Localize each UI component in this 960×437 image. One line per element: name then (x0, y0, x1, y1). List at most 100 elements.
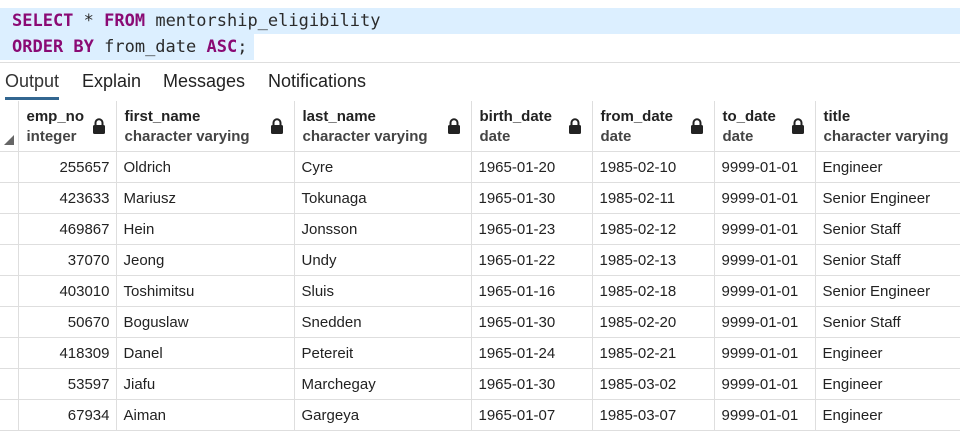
cell-last-name[interactable]: Gargeya (294, 399, 472, 431)
lock-icon (92, 118, 105, 134)
cell-title[interactable]: Senior Staff (815, 306, 960, 338)
column-header[interactable]: last_name character varying (294, 101, 472, 152)
cell-from-date[interactable]: 1985-03-07 (592, 399, 715, 431)
cell-title[interactable]: Engineer (815, 337, 960, 369)
cell-emp-no[interactable]: 255657 (18, 151, 117, 183)
cell-birth-date[interactable]: 1965-01-30 (471, 368, 593, 400)
column-header[interactable]: to_date date (714, 101, 816, 152)
cell-emp-no[interactable]: 50670 (18, 306, 117, 338)
tab-explain[interactable]: Explain (82, 63, 141, 99)
cell-birth-date[interactable]: 1965-01-24 (471, 337, 593, 369)
sql-line-2[interactable]: ORDER BY from_date ASC; (0, 34, 254, 60)
cell-from-date[interactable]: 1985-02-10 (592, 151, 715, 183)
tab-output[interactable]: Output (5, 63, 60, 100)
cell-from-date[interactable]: 1985-02-21 (592, 337, 715, 369)
cell-last-name[interactable]: Marchegay (294, 368, 472, 400)
cell-last-name[interactable]: Sluis (294, 275, 472, 307)
cell-to-date[interactable]: 9999-01-01 (714, 306, 816, 338)
cell-to-date[interactable]: 9999-01-01 (714, 182, 816, 214)
column-header[interactable]: from_date date (592, 101, 715, 152)
cell-from-date[interactable]: 1985-02-20 (592, 306, 715, 338)
cell-title[interactable]: Engineer (815, 368, 960, 400)
cell-last-name[interactable]: Undy (294, 244, 472, 276)
cell-title[interactable]: Senior Engineer (815, 182, 960, 214)
cell-to-date[interactable]: 9999-01-01 (714, 275, 816, 307)
cell-emp-no[interactable]: 37070 (18, 244, 117, 276)
cell-last-name[interactable]: Jonsson (294, 213, 472, 245)
cell-emp-no[interactable]: 53597 (18, 368, 117, 400)
column-name: birth_date (479, 108, 553, 125)
table-row[interactable]: 418309 Danel Petereit 1965-01-24 1985-02-21 9… (0, 337, 960, 369)
cell-from-date[interactable]: 1985-03-02 (592, 368, 715, 400)
sql-line-1[interactable]: SELECT * FROM mentorship_eligibility (0, 8, 960, 34)
row-handle[interactable] (0, 213, 19, 245)
cell-from-date[interactable]: 1985-02-18 (592, 275, 715, 307)
cell-to-date[interactable]: 9999-01-01 (714, 368, 816, 400)
cell-title[interactable]: Engineer (815, 399, 960, 431)
cell-first-name[interactable]: Hein (116, 213, 295, 245)
cell-title[interactable]: Engineer (815, 151, 960, 183)
row-handle[interactable] (0, 275, 19, 307)
column-header[interactable]: emp_no integer (18, 101, 117, 152)
cell-birth-date[interactable]: 1965-01-23 (471, 213, 593, 245)
table-row[interactable]: 469867 Hein Jonsson 1965-01-23 1985-02-12 999… (0, 213, 960, 245)
table-row[interactable]: 53597 Jiafu Marchegay 1965-01-30 1985-03-02 9… (0, 368, 960, 400)
cell-to-date[interactable]: 9999-01-01 (714, 244, 816, 276)
row-handle[interactable] (0, 368, 19, 400)
cell-birth-date[interactable]: 1965-01-30 (471, 182, 593, 214)
cell-to-date[interactable]: 9999-01-01 (714, 151, 816, 183)
cell-first-name[interactable]: Danel (116, 337, 295, 369)
table-row[interactable]: 423633 Mariusz Tokunaga 1965-01-30 1985-02-1… (0, 182, 960, 214)
cell-from-date[interactable]: 1985-02-13 (592, 244, 715, 276)
row-handle[interactable] (0, 337, 19, 369)
cell-first-name[interactable]: Boguslaw (116, 306, 295, 338)
column-header[interactable]: birth_date date (471, 101, 593, 152)
row-handle[interactable] (0, 399, 19, 431)
cell-first-name[interactable]: Oldrich (116, 151, 295, 183)
cell-to-date[interactable]: 9999-01-01 (714, 337, 816, 369)
cell-emp-no[interactable]: 403010 (18, 275, 117, 307)
table-row[interactable]: 67934 Aiman Gargeya 1965-01-07 1985-03-07 999… (0, 399, 960, 431)
cell-from-date[interactable]: 1985-02-12 (592, 213, 715, 245)
column-header[interactable]: first_name character varying (116, 101, 295, 152)
cell-birth-date[interactable]: 1965-01-22 (471, 244, 593, 276)
cell-first-name[interactable]: Mariusz (116, 182, 295, 214)
sql-editor[interactable]: SELECT * FROM mentorship_eligibility ORD… (0, 0, 960, 62)
cell-last-name[interactable]: Petereit (294, 337, 472, 369)
cell-emp-no[interactable]: 423633 (18, 182, 117, 214)
cell-from-date[interactable]: 1985-02-11 (592, 182, 715, 214)
cell-title[interactable]: Senior Engineer (815, 275, 960, 307)
column-name: first_name (124, 108, 201, 125)
cell-emp-no[interactable]: 67934 (18, 399, 117, 431)
cell-birth-date[interactable]: 1965-01-30 (471, 306, 593, 338)
tab-notifications[interactable]: Notifications (268, 63, 366, 99)
row-handle[interactable] (0, 244, 19, 276)
cell-to-date[interactable]: 9999-01-01 (714, 399, 816, 431)
cell-birth-date[interactable]: 1965-01-20 (471, 151, 593, 183)
table-row[interactable]: 37070 Jeong Undy 1965-01-22 1985-02-13 9999-0… (0, 244, 960, 276)
cell-emp-no[interactable]: 418309 (18, 337, 117, 369)
cell-last-name[interactable]: Snedden (294, 306, 472, 338)
table-row[interactable]: 50670 Boguslaw Snedden 1965-01-30 1985-02-20… (0, 306, 960, 338)
row-handle[interactable] (0, 151, 19, 183)
cell-last-name[interactable]: Tokunaga (294, 182, 472, 214)
cell-title[interactable]: Senior Staff (815, 244, 960, 276)
table-row[interactable]: 255657 Oldrich Cyre 1965-01-20 1985-02-10 999… (0, 151, 960, 183)
cell-emp-no[interactable]: 469867 (18, 213, 117, 245)
cell-first-name[interactable]: Aiman (116, 399, 295, 431)
tab-messages[interactable]: Messages (163, 63, 245, 99)
row-handle[interactable] (0, 182, 19, 214)
table-row[interactable]: 403010 Toshimitsu Sluis 1965-01-16 1985-02-1… (0, 275, 960, 307)
cell-first-name[interactable]: Jiafu (116, 368, 295, 400)
cell-birth-date[interactable]: 1965-01-16 (471, 275, 593, 307)
select-all-corner[interactable] (0, 101, 19, 152)
cell-to-date[interactable]: 9999-01-01 (714, 213, 816, 245)
cell-title[interactable]: Senior Staff (815, 213, 960, 245)
row-handle[interactable] (0, 306, 19, 338)
sql-order-column: from_date (93, 37, 207, 57)
cell-first-name[interactable]: Toshimitsu (116, 275, 295, 307)
cell-last-name[interactable]: Cyre (294, 151, 472, 183)
cell-birth-date[interactable]: 1965-01-07 (471, 399, 593, 431)
cell-first-name[interactable]: Jeong (116, 244, 295, 276)
column-header[interactable]: title character varying (815, 101, 960, 152)
